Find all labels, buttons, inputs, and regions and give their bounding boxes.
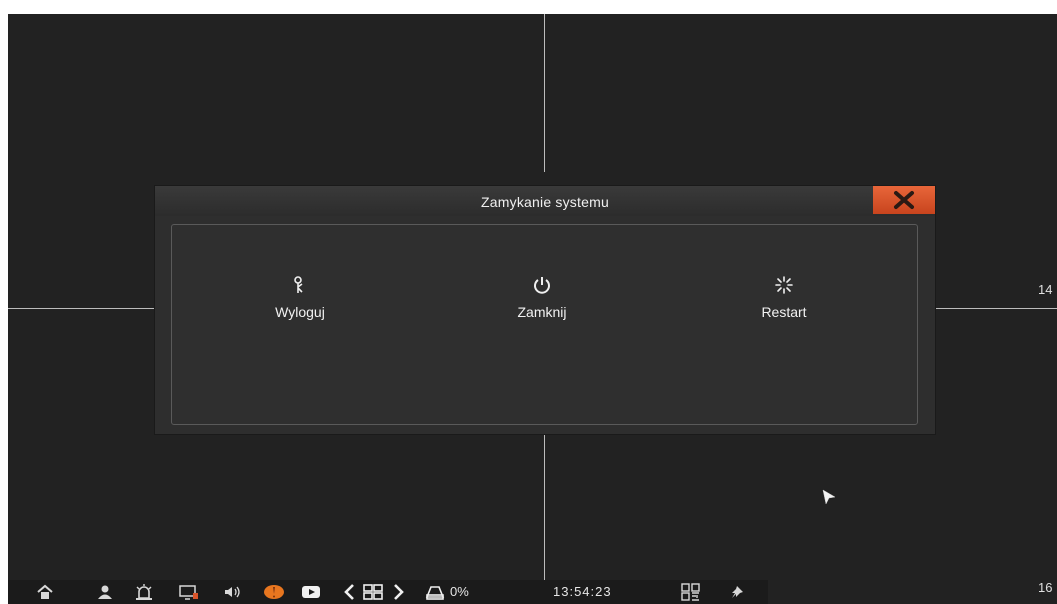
grid-divider-horizontal-left (8, 308, 155, 309)
playback-icon[interactable] (300, 583, 322, 601)
user-icon[interactable] (96, 583, 114, 601)
restart-button[interactable]: Restart (724, 275, 844, 345)
qr-code-icon[interactable] (680, 583, 702, 601)
restart-icon (775, 276, 793, 294)
power-icon (534, 277, 550, 294)
dialog-titlebar: Zamykanie systemu (155, 186, 935, 216)
logout-button[interactable]: Wyloguj (240, 275, 360, 345)
restart-label: Restart (761, 304, 807, 320)
prev-icon[interactable] (342, 583, 356, 601)
channel-label-14: 14 (1038, 282, 1053, 297)
next-icon[interactable] (392, 583, 406, 601)
pin-icon[interactable] (728, 583, 748, 601)
shutdown-dialog: Zamykanie systemu Wyloguj Zamknij Restar… (155, 186, 935, 434)
monitor-icon[interactable] (178, 583, 200, 601)
close-icon (894, 191, 914, 209)
grid-divider-vertical-top (544, 14, 545, 172)
dialog-title: Zamykanie systemu (481, 194, 609, 210)
video-display-area: 14 16 Zamykanie systemu Wyloguj Zamknij … (8, 14, 1057, 604)
close-button[interactable] (873, 186, 935, 214)
alarm-icon[interactable] (134, 583, 154, 601)
mouse-cursor-icon (822, 489, 836, 505)
dialog-body: Wyloguj Zamknij Restart (171, 224, 918, 425)
channel-label-16: 16 (1038, 580, 1053, 595)
disk-icon[interactable] (424, 583, 446, 601)
shutdown-label: Zamknij (517, 304, 567, 320)
grid-layout-icon[interactable] (362, 583, 384, 601)
grid-divider-vertical-bottom (544, 434, 545, 604)
logout-key-icon (294, 276, 303, 293)
logout-label: Wyloguj (275, 304, 325, 320)
record-icon[interactable] (262, 583, 286, 601)
home-icon[interactable] (36, 583, 54, 601)
disk-usage-text: 0% (450, 584, 469, 599)
shutdown-button[interactable]: Zamknij (482, 275, 602, 345)
bottom-taskbar: 0% 13:54:23 (8, 580, 768, 604)
clock-time: 13:54:23 (553, 584, 612, 599)
grid-divider-horizontal-right (935, 308, 1057, 309)
speaker-icon[interactable] (222, 583, 242, 601)
